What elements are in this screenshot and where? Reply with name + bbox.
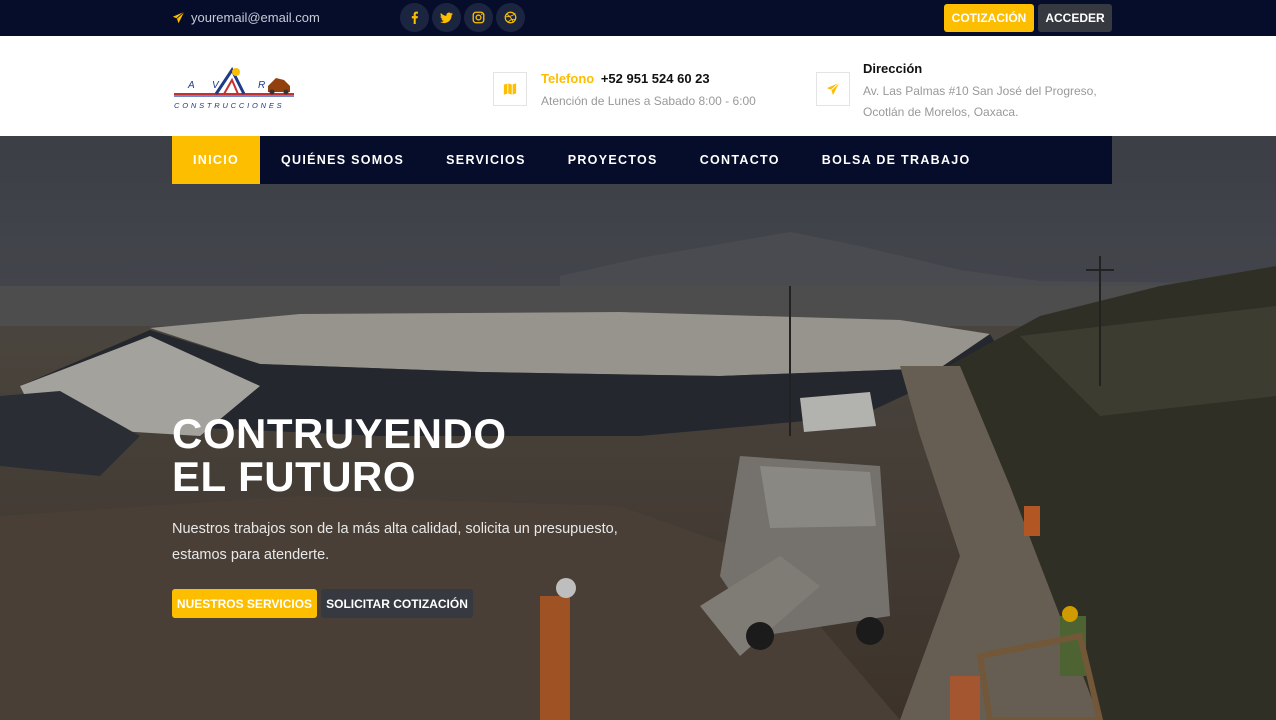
facebook-link[interactable]	[400, 3, 429, 32]
paper-plane-icon	[826, 82, 840, 96]
instagram-icon	[472, 11, 485, 24]
nuestros-servicios-button[interactable]: NUESTROS SERVICIOS	[172, 589, 317, 618]
hero-title: CONTRUYENDO EL FUTURO	[172, 412, 507, 498]
nav-item-quienes-somos[interactable]: QUIÉNES SOMOS	[260, 136, 425, 184]
site-header: A V R CONSTRUCCIONES Telefono +52 951 52…	[0, 36, 1276, 136]
map-icon-box	[493, 72, 527, 106]
cotizacion-button[interactable]: COTIZACIÓN	[944, 4, 1034, 32]
twitter-icon	[440, 12, 453, 24]
telefono-line: Telefono +52 951 524 60 23	[541, 71, 710, 86]
social-links	[400, 3, 525, 32]
hero-title-line2: EL FUTURO	[172, 453, 417, 500]
facebook-icon	[411, 11, 418, 24]
paper-plane-icon-box	[816, 72, 850, 106]
svg-text:A: A	[187, 80, 195, 91]
dribbble-icon	[504, 11, 517, 24]
nav-item-inicio[interactable]: INICIO	[172, 136, 260, 184]
map-icon	[503, 83, 517, 95]
twitter-link[interactable]	[432, 3, 461, 32]
main-nav: INICIO QUIÉNES SOMOS SERVICIOS PROYECTOS…	[172, 136, 1112, 184]
nav-item-proyectos[interactable]: PROYECTOS	[547, 136, 679, 184]
direccion-title: Dirección	[863, 61, 923, 76]
acceder-button[interactable]: ACCEDER	[1038, 4, 1112, 32]
hero-section: CONTRUYENDO EL FUTURO Nuestros trabajos …	[0, 136, 1276, 720]
top-email[interactable]: youremail@email.com	[172, 10, 320, 25]
email-text: youremail@email.com	[191, 10, 320, 25]
direccion-text: Av. Las Palmas #10 San José del Progreso…	[863, 84, 1097, 119]
nav-item-contacto[interactable]: CONTACTO	[679, 136, 801, 184]
telefono-number[interactable]: +52 951 524 60 23	[601, 71, 710, 86]
hero-title-line1: CONTRUYENDO	[172, 410, 507, 457]
telefono-hours: Atención de Lunes a Sabado 8:00 - 6:00	[541, 94, 756, 108]
instagram-link[interactable]	[464, 3, 493, 32]
nav-item-servicios[interactable]: SERVICIOS	[425, 136, 547, 184]
hero-description: Nuestros trabajos son de la más alta cal…	[172, 521, 618, 563]
paper-plane-icon	[172, 11, 185, 24]
nav-item-bolsa-de-trabajo[interactable]: BOLSA DE TRABAJO	[801, 136, 992, 184]
telefono-label: Telefono	[541, 71, 595, 86]
dribbble-link[interactable]	[496, 3, 525, 32]
top-bar: youremail@email.com COTIZACIÓN ACCEDER	[0, 0, 1276, 36]
solicitar-cotizacion-button[interactable]: SOLICITAR COTIZACIÓN	[321, 589, 473, 618]
avr-construcciones-logo[interactable]: A V R CONSTRUCCIONES	[172, 66, 298, 110]
svg-text:R: R	[258, 80, 265, 91]
svg-text:CONSTRUCCIONES: CONSTRUCCIONES	[174, 101, 284, 110]
